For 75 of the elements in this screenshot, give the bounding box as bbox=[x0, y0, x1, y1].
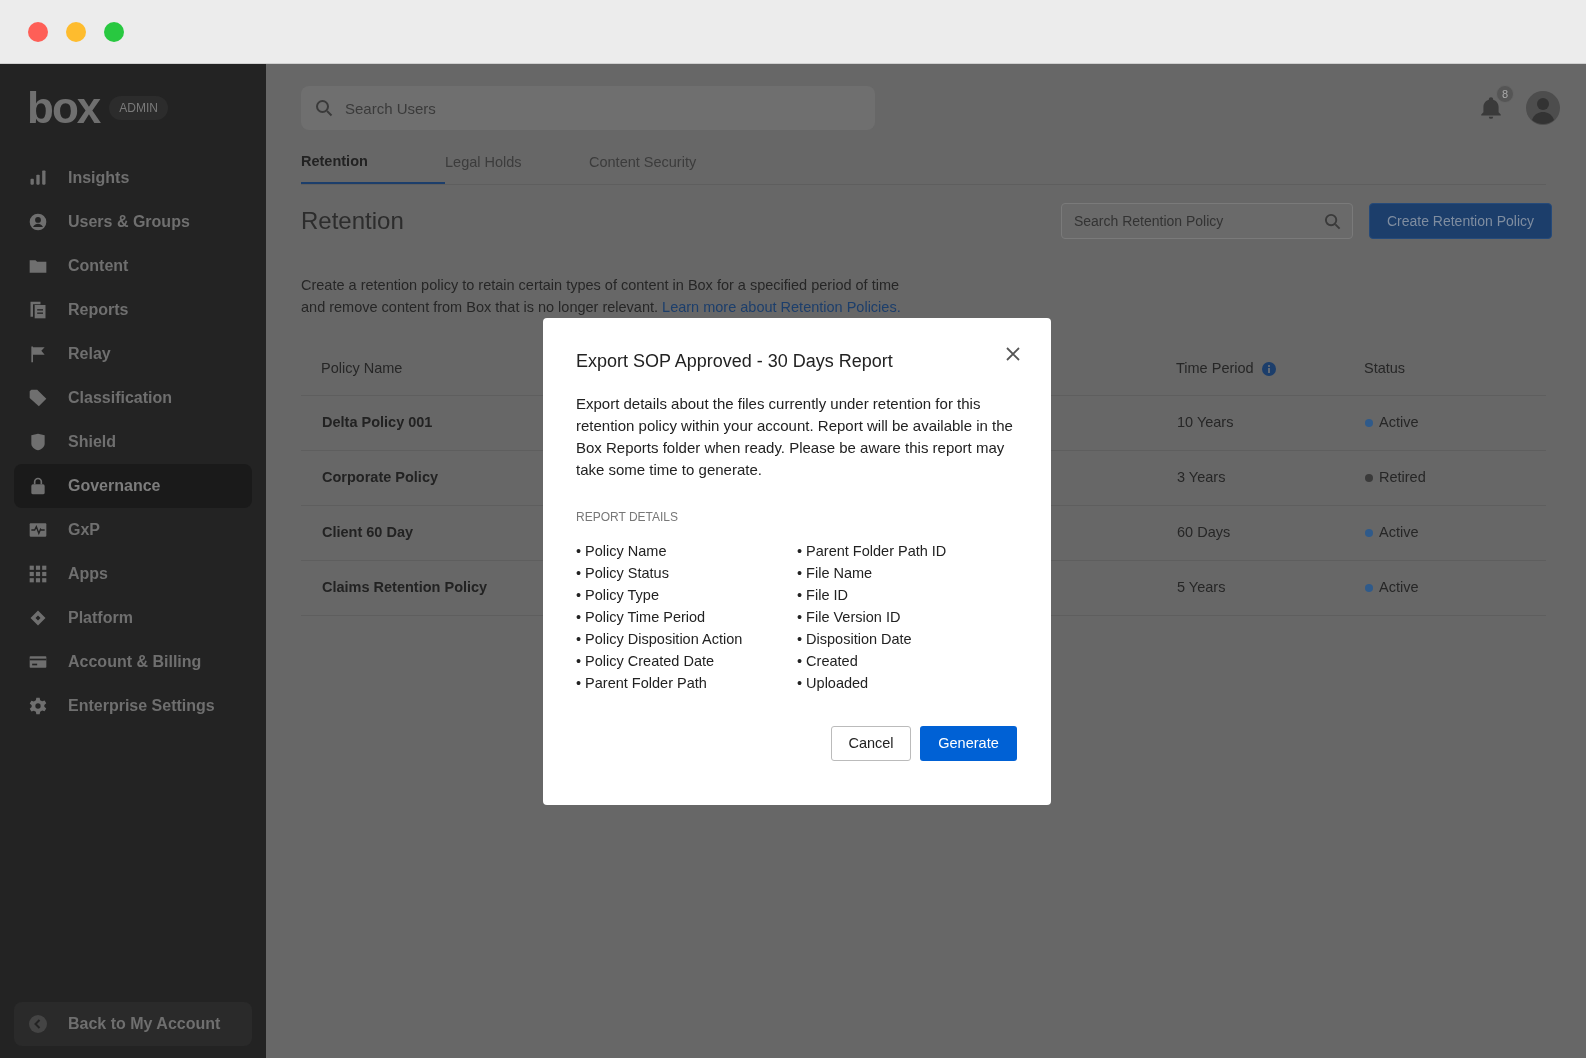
table-cell-text: Delta Policy 001 bbox=[322, 413, 433, 433]
status-label: Active bbox=[1379, 578, 1419, 598]
report-detail-item: • Parent Folder Path ID bbox=[797, 542, 947, 561]
table-cell-text: Corporate Policy bbox=[322, 468, 439, 488]
table-cell-text: 5 Years bbox=[1177, 578, 1226, 598]
table-cell-text: Claims Retention Policy bbox=[322, 578, 488, 598]
sidebar-item[interactable]: Platform bbox=[14, 596, 252, 640]
sidebar-item[interactable]: Relay bbox=[14, 332, 252, 376]
generate-button[interactable]: Generate bbox=[920, 726, 1017, 761]
dialog-title: Export SOP Approved - 30 Days Report bbox=[576, 350, 893, 373]
report-detail-item: • Created bbox=[797, 652, 858, 671]
report-detail-item: • Policy Name bbox=[576, 542, 667, 561]
table-cell-text: 10 Years bbox=[1177, 413, 1234, 433]
bar-chart-icon bbox=[28, 168, 48, 188]
minimize-window-button[interactable] bbox=[66, 21, 86, 42]
sidebar-item[interactable]: Content bbox=[14, 244, 252, 288]
box-logo[interactable]: box bbox=[27, 86, 100, 130]
sidebar-item[interactable]: Apps bbox=[14, 552, 252, 596]
tag-icon bbox=[28, 388, 48, 408]
report-detail-item: • Parent Folder Path bbox=[576, 674, 707, 693]
sidebar-item[interactable]: Users & Groups bbox=[14, 200, 252, 244]
learn-more-link[interactable]: Learn more about Retention Policies. bbox=[662, 299, 901, 315]
sidebar-item[interactable]: Enterprise Settings bbox=[14, 684, 252, 728]
report-detail-item: • Disposition Date bbox=[797, 630, 912, 649]
dialog-message: Export details about the files currently under retention for this retention policy within your account. Report will be available in the Box Reports folder when ready. Please be aware this report may take some time to generate. bbox=[576, 394, 1014, 480]
create-retention-policy-button[interactable]: Create Retention Policy bbox=[1368, 203, 1552, 239]
close-window-button[interactable] bbox=[28, 21, 48, 42]
zoom-window-button[interactable] bbox=[104, 21, 124, 42]
sidebar-item[interactable]: Account & Billing bbox=[14, 640, 252, 684]
cancel-button[interactable]: Cancel bbox=[831, 726, 911, 761]
page-title: Retention bbox=[301, 206, 404, 236]
sidebar-item[interactable]: Reports bbox=[14, 288, 252, 332]
report-detail-item: • File Name bbox=[797, 564, 873, 583]
lock-icon bbox=[28, 476, 48, 496]
bell-icon[interactable] bbox=[1478, 95, 1504, 121]
sidebar-item[interactable]: Shield bbox=[14, 420, 252, 464]
status-label: Active bbox=[1379, 413, 1419, 433]
report-detail-item: • File ID bbox=[797, 586, 848, 605]
report-detail-item: • File Version ID bbox=[797, 608, 901, 627]
report-details-heading: REPORT DETAILS bbox=[576, 509, 680, 526]
report-detail-item: • Policy Type bbox=[576, 586, 659, 605]
back-to-account-button[interactable]: Back to My Account bbox=[14, 1002, 252, 1046]
search-icon bbox=[315, 99, 333, 117]
column-header: Status bbox=[1364, 358, 1406, 378]
table-cell-text: 60 Days bbox=[1177, 523, 1231, 543]
sidebar-item[interactable]: Insights bbox=[14, 156, 252, 200]
column-header: Policy Name bbox=[321, 358, 403, 378]
report-detail-item: • Policy Disposition Action bbox=[576, 630, 743, 649]
status-label: Active bbox=[1379, 523, 1419, 543]
sidebar-item[interactable]: GxP bbox=[14, 508, 252, 552]
table-cell-text: Client 60 Day bbox=[322, 523, 414, 543]
close-icon[interactable] bbox=[1005, 346, 1021, 362]
settings-icon bbox=[28, 696, 48, 716]
sidebar-item[interactable]: Classification bbox=[14, 376, 252, 420]
info-icon[interactable] bbox=[1261, 361, 1276, 376]
avatar[interactable] bbox=[1526, 91, 1560, 125]
sidebar-item[interactable]: Governance bbox=[14, 464, 252, 508]
admin-badge: ADMIN bbox=[109, 96, 168, 120]
table-cell-text: 3 Years bbox=[1177, 468, 1226, 488]
search-icon bbox=[1323, 213, 1341, 230]
report-detail-item: • Policy Time Period bbox=[576, 608, 706, 627]
report-detail-item: • Policy Created Date bbox=[576, 652, 715, 671]
grid-icon bbox=[28, 564, 48, 584]
diamond-icon bbox=[28, 608, 48, 628]
column-header: Time Period bbox=[1176, 358, 1254, 378]
report-detail-item: • Policy Status bbox=[576, 564, 669, 583]
report-detail-item: • Uploaded bbox=[797, 674, 869, 693]
shield-icon bbox=[28, 432, 48, 452]
pulse-icon bbox=[28, 520, 48, 540]
notification-count: 8 bbox=[1496, 85, 1514, 103]
document-icon bbox=[28, 300, 48, 320]
tab[interactable]: Retention bbox=[301, 142, 445, 184]
user-icon bbox=[28, 212, 48, 232]
description-text: Create a retention policy to retain certain types of content in Box for a specified period of time and remove content from Box that is no longer relevant. Learn more about Retention Policies. bbox=[301, 276, 901, 317]
status-label: Retired bbox=[1379, 468, 1426, 488]
